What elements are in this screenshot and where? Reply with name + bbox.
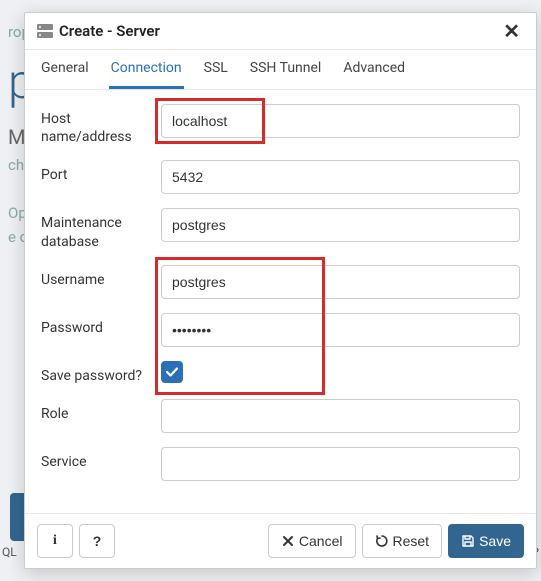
save-icon — [461, 534, 475, 548]
save-label: Save — [479, 533, 511, 549]
save-button[interactable]: Save — [448, 524, 524, 558]
port-label: Port — [41, 160, 161, 184]
info-icon: i — [53, 533, 57, 549]
x-icon — [281, 534, 295, 548]
savepw-label: Save password? — [41, 361, 161, 385]
savepw-checkbox[interactable] — [161, 361, 183, 383]
maintdb-label: Maintenance database — [41, 208, 161, 250]
username-input[interactable] — [161, 265, 520, 299]
service-label: Service — [41, 447, 161, 471]
server-icon — [37, 24, 53, 38]
maintdb-input[interactable] — [161, 208, 520, 242]
host-input[interactable] — [161, 104, 520, 138]
info-button[interactable]: i — [37, 524, 73, 558]
close-icon: ✕ — [503, 19, 520, 43]
reset-button[interactable]: Reset — [362, 524, 443, 558]
dialog-footer: i ? Cancel Reset Save — [25, 513, 536, 568]
tab-general[interactable]: General — [39, 50, 91, 89]
service-input[interactable] — [161, 447, 520, 481]
password-label: Password — [41, 313, 161, 337]
help-button[interactable]: ? — [79, 524, 115, 558]
role-label: Role — [41, 399, 161, 423]
port-input[interactable] — [161, 160, 520, 194]
cancel-label: Cancel — [299, 533, 343, 549]
question-icon: ? — [93, 533, 102, 549]
tab-ssl[interactable]: SSL — [202, 50, 230, 89]
tab-connection[interactable]: Connection — [109, 50, 184, 89]
password-input[interactable] — [161, 313, 520, 347]
username-label: Username — [41, 265, 161, 289]
check-icon — [165, 365, 179, 379]
create-server-dialog: Create - Server ✕ General Connection SSL… — [24, 12, 537, 569]
dialog-header: Create - Server ✕ — [25, 13, 536, 50]
close-button[interactable]: ✕ — [499, 21, 524, 41]
tab-advanced[interactable]: Advanced — [341, 50, 407, 89]
role-input[interactable] — [161, 399, 520, 433]
recycle-icon — [375, 534, 389, 548]
host-label: Host name/address — [41, 104, 161, 146]
tab-bar: General Connection SSL SSH Tunnel Advanc… — [25, 50, 536, 90]
tab-ssh-tunnel[interactable]: SSH Tunnel — [248, 50, 324, 89]
reset-label: Reset — [393, 533, 430, 549]
dialog-title: Create - Server — [59, 22, 160, 40]
dialog-body: Host name/address Port Maintenance datab… — [25, 90, 536, 513]
cancel-button[interactable]: Cancel — [268, 524, 356, 558]
